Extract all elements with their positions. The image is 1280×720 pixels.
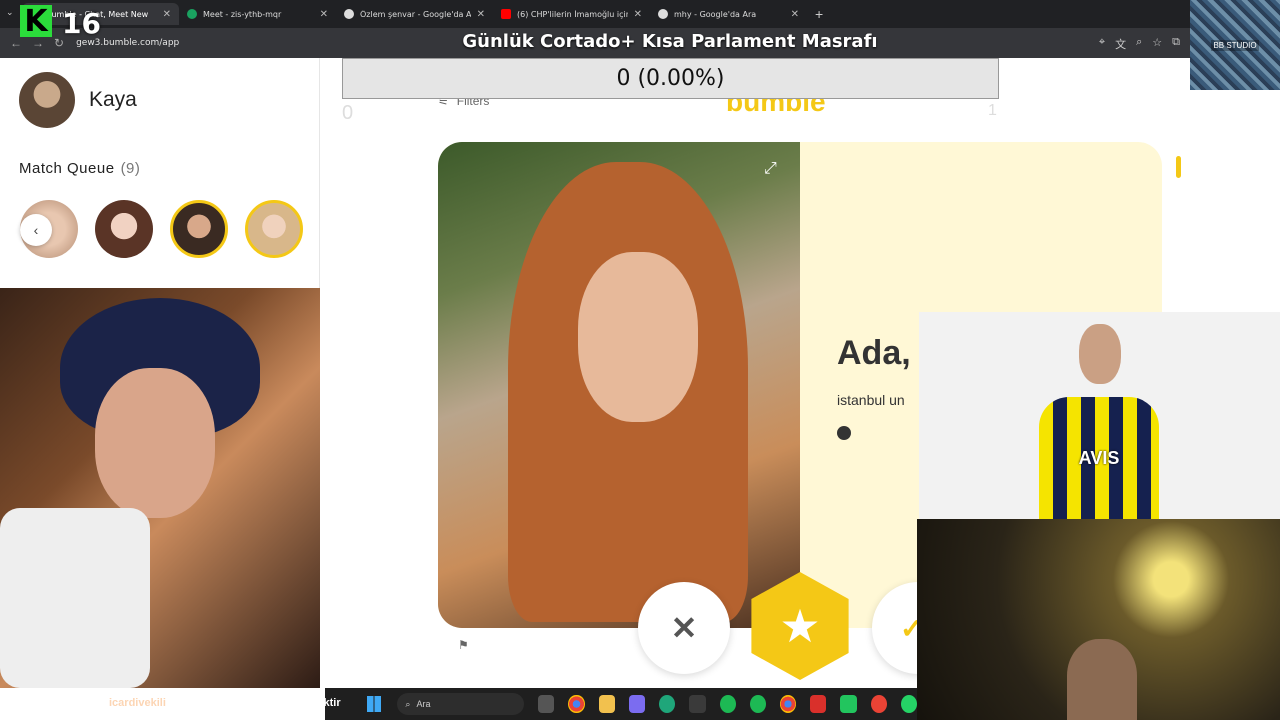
spotify-icon[interactable]: [719, 695, 736, 713]
tab-title: mhy - Google'da Ara: [674, 9, 757, 19]
file-explorer-icon[interactable]: [598, 695, 615, 713]
match-avatar[interactable]: [245, 200, 303, 258]
browser-tab-bar: ⌄ Bumble - Chat, Meet New ✕ Meet - zis-y…: [0, 0, 1280, 28]
chrome-icon-2[interactable]: [779, 695, 797, 713]
screen: ⌄ Bumble - Chat, Meet New ✕ Meet - zis-y…: [0, 0, 1280, 720]
tab-meet[interactable]: Meet - zis-ythb-mqr ✕: [179, 3, 336, 25]
webcam-face: [95, 368, 215, 518]
jersey-sponsor: AVIS: [1078, 447, 1120, 468]
profile-photo[interactable]: ⤢: [438, 142, 800, 628]
acrobat-icon[interactable]: [810, 695, 827, 713]
stream-title: Günlük Cortado+ Kısa Parlament Masrafı: [462, 31, 878, 52]
back-icon[interactable]: ←: [10, 36, 22, 50]
close-tab-icon[interactable]: ✕: [320, 9, 328, 20]
chat-message: icardivekili en büyük eşkıyalık beyfendil…: [109, 697, 341, 709]
close-tab-icon[interactable]: ✕: [634, 9, 642, 20]
match-queue-heading: Match Queue (9): [19, 160, 140, 177]
webcam-towel: [0, 508, 150, 688]
tab-title: (6) CHP'lilerin İmamoğlu için im: [517, 9, 628, 19]
bookmark-star-icon[interactable]: ☆: [1152, 36, 1162, 52]
edge-icon[interactable]: [659, 695, 676, 713]
studio-badge: BB STUDIO: [1190, 0, 1280, 90]
player-image-overlay: AVIS: [919, 312, 1280, 519]
left-counter: 0: [342, 102, 354, 124]
address-bar-icons: ⌖ 文 ⌕ ☆ ⧉: [1099, 36, 1180, 52]
location-icon[interactable]: ⌖: [1099, 36, 1105, 52]
google-favicon-icon: [344, 9, 354, 19]
chevron-left-icon: ‹: [33, 222, 39, 238]
star-icon: ★: [779, 600, 821, 652]
match-avatar[interactable]: [170, 200, 228, 258]
queue-back-button[interactable]: ‹: [20, 214, 52, 246]
tab-search-icon[interactable]: ⌄: [6, 7, 14, 18]
windows-start-icon[interactable]: [367, 696, 382, 712]
taskbar-search-placeholder: Ara: [416, 699, 431, 709]
streamer-head: [1067, 639, 1137, 720]
player-head: [1079, 324, 1121, 384]
expand-icon[interactable]: ⤢: [764, 160, 777, 178]
match-queue-list: ‹: [20, 200, 320, 258]
translate-icon[interactable]: 文: [1115, 36, 1126, 52]
match-queue-label: Match Queue: [19, 160, 115, 177]
new-tab-icon[interactable]: +: [815, 6, 823, 22]
store-icon[interactable]: [689, 695, 706, 713]
tab-title: Meet - zis-ythb-mqr: [203, 9, 282, 19]
match-avatar[interactable]: [95, 200, 153, 258]
user-name[interactable]: Kaya: [89, 88, 137, 112]
streamer-webcam-feed: [917, 519, 1280, 720]
pass-button[interactable]: ✕: [638, 582, 730, 674]
close-tab-icon[interactable]: ✕: [163, 9, 171, 20]
tab-youtube[interactable]: (6) CHP'lilerin İmamoğlu için im ✕: [493, 3, 650, 25]
tab-title: Özlem şenvar - Google'da Ara: [360, 9, 471, 19]
chrome-icon-3[interactable]: [870, 695, 887, 713]
guest-webcam-feed: [0, 288, 325, 688]
profile-school: istanbul un: [837, 392, 905, 408]
player-jersey: AVIS: [1039, 397, 1159, 519]
meet-favicon-icon: [187, 9, 197, 19]
youtube-favicon-icon: [501, 9, 511, 19]
windows-taskbar: ⌕ Ara: [325, 688, 917, 720]
right-counter: 1: [988, 102, 997, 119]
copilot-icon[interactable]: [628, 695, 646, 713]
photo-face: [578, 252, 698, 422]
school-icon: [837, 426, 851, 440]
tab-google-search-2[interactable]: mhy - Google'da Ara ✕: [650, 3, 807, 25]
task-view-icon[interactable]: [538, 695, 555, 713]
channel-number: 16: [62, 7, 101, 40]
channel-logo: K: [20, 4, 52, 39]
close-tab-icon[interactable]: ✕: [477, 9, 485, 20]
studio-label: BB STUDIO: [1211, 39, 1259, 51]
chat-username: icardivekili: [109, 697, 166, 709]
close-icon: ✕: [670, 610, 698, 646]
bumble-sidebar: Kaya Match Queue (9) ‹: [0, 58, 320, 288]
extensions-icon[interactable]: ⧉: [1172, 36, 1180, 52]
google-favicon-icon: [658, 9, 668, 19]
close-tab-icon[interactable]: ✕: [791, 9, 799, 20]
chat-text: en büyük eşkıyalık beyfendiliktir: [171, 697, 341, 709]
search-icon: ⌕: [405, 698, 411, 709]
chrome-icon[interactable]: [568, 695, 585, 713]
zoom-icon[interactable]: ⌕: [1136, 36, 1142, 52]
stream-counter: 0 (0.00%): [342, 58, 999, 99]
spotify-icon-2[interactable]: [749, 695, 766, 713]
report-flag-icon[interactable]: ⚑: [458, 638, 469, 652]
user-avatar[interactable]: [19, 72, 75, 128]
card-scrollbar[interactable]: [1176, 156, 1181, 178]
whatsapp-icon[interactable]: [900, 695, 917, 713]
taskbar-search[interactable]: ⌕ Ara: [397, 693, 525, 715]
match-queue-count: (9): [120, 160, 141, 177]
app-icon[interactable]: [840, 695, 857, 713]
tab-google-search[interactable]: Özlem şenvar - Google'da Ara ✕: [336, 3, 493, 25]
